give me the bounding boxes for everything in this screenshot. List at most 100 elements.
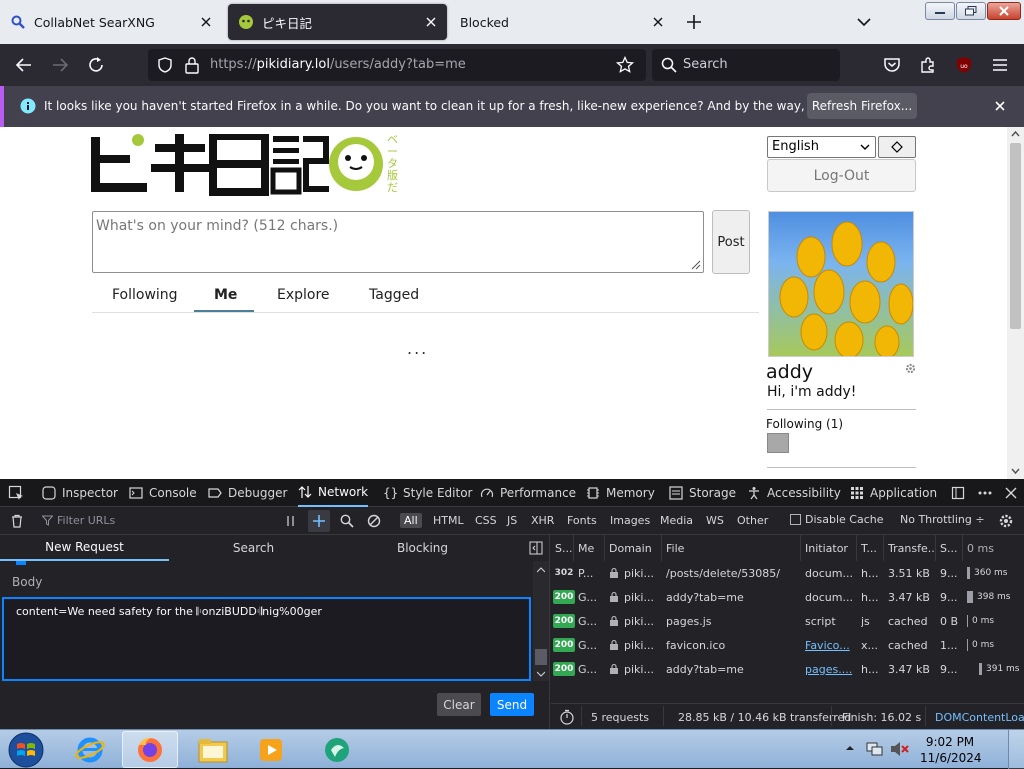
column-file[interactable]: File	[662, 535, 801, 561]
search-bar[interactable]: Search	[652, 49, 840, 81]
url-bar[interactable]: https://pikidiary.lol/users/addy?tab=me	[148, 49, 646, 81]
throttling-select[interactable]: No Throttling ÷	[900, 513, 985, 526]
network-tray-icon[interactable]	[866, 741, 884, 757]
column-domain[interactable]: Domain	[605, 535, 662, 561]
filter-type-all[interactable]: All	[400, 513, 422, 528]
tab-pikidiary[interactable]: ピキ日記	[228, 4, 447, 40]
checkbox-box[interactable]	[790, 514, 801, 525]
filter-type-html[interactable]: HTML	[429, 513, 468, 528]
pause-icon[interactable]	[285, 514, 297, 528]
close-icon[interactable]	[992, 98, 1008, 114]
bookmark-star-icon[interactable]	[616, 56, 634, 74]
devtools-tab-network[interactable]: Network	[298, 479, 369, 507]
window-minimize-button[interactable]	[925, 2, 955, 20]
search-icon[interactable]	[340, 514, 354, 528]
column-method[interactable]: Me	[574, 535, 605, 561]
clear-button[interactable]: Clear	[437, 693, 481, 716]
devtools-tab-inspector[interactable]: Inspector	[42, 479, 118, 507]
column-initiator[interactable]: Initiator	[801, 535, 857, 561]
resize-grip-icon[interactable]	[689, 258, 701, 270]
forward-arrow-icon[interactable]	[50, 55, 70, 75]
show-desktop-button[interactable]	[1008, 730, 1024, 769]
close-icon[interactable]	[198, 14, 214, 30]
following-count[interactable]: Following (1)	[766, 417, 843, 431]
window-close-button[interactable]	[987, 2, 1021, 20]
tab-tagged[interactable]: Tagged	[369, 287, 419, 303]
devtools-tab-memory[interactable]: Memory	[586, 479, 655, 507]
taskbar-app-icon[interactable]	[309, 731, 365, 768]
network-row[interactable]: 302 P... piki... /posts/delete/53085/docum.…	[551, 561, 1024, 585]
ublock-origin-icon[interactable]: uo	[954, 55, 974, 75]
page-scrollbar[interactable]	[1007, 127, 1024, 479]
language-apply-button[interactable]	[878, 136, 916, 158]
devtools-tab-console[interactable]: Console	[129, 479, 197, 507]
system-clock[interactable]: 9:02 PM 11/6/2024	[920, 734, 982, 766]
column-size[interactable]: S...	[936, 535, 963, 561]
element-picker-icon[interactable]	[8, 479, 24, 507]
block-icon[interactable]	[367, 514, 381, 528]
stopwatch-icon[interactable]	[559, 709, 575, 725]
shield-icon[interactable]	[156, 56, 174, 74]
column-status[interactable]: S...	[551, 535, 574, 561]
more-options-icon[interactable]	[977, 479, 993, 507]
window-restore-button[interactable]	[956, 2, 986, 20]
logout-button[interactable]: Log-Out	[767, 159, 916, 192]
back-arrow-icon[interactable]	[14, 55, 34, 75]
pikidiary-logo[interactable]: ベータ版だ	[91, 134, 403, 196]
send-button[interactable]: Send	[490, 693, 534, 716]
hamburger-menu-icon[interactable]	[990, 55, 1010, 75]
tab-blocked[interactable]: Blocked	[450, 4, 674, 40]
column-waterfall[interactable]: 0 ms	[963, 535, 1024, 561]
close-icon[interactable]	[650, 14, 666, 30]
filter-type-other[interactable]: Other	[733, 513, 772, 528]
checkbox-partial[interactable]	[16, 561, 26, 565]
start-button[interactable]	[6, 731, 46, 769]
show-hidden-icons-icon[interactable]	[845, 744, 855, 752]
network-row[interactable]: 200 G... piki... addy?tab=me pages.... h... 3.…	[551, 657, 1024, 681]
volume-muted-icon[interactable]	[890, 741, 910, 757]
taskbar-firefox-icon[interactable]	[122, 731, 178, 768]
taskbar-internet-explorer-icon[interactable]	[62, 731, 118, 768]
dock-side-icon[interactable]	[951, 479, 965, 507]
pocket-icon[interactable]	[882, 55, 902, 75]
column-transferred[interactable]: Transfe...	[884, 535, 936, 561]
extensions-puzzle-icon[interactable]	[918, 55, 938, 75]
filter-type-images[interactable]: Images	[606, 513, 654, 528]
devtools-tab-storage[interactable]: Storage	[669, 479, 736, 507]
disable-cache-checkbox[interactable]: Disable Cache	[790, 513, 884, 526]
network-row[interactable]: 200 G... piki... favicon.ico Favico... x... ca…	[551, 633, 1024, 657]
following-avatar[interactable]	[767, 433, 789, 453]
network-row[interactable]: 200 G... piki... pages.js script js cached 0 B 0…	[551, 609, 1024, 633]
new-tab-plus-icon[interactable]	[684, 12, 704, 32]
scrollbar-thumb[interactable]	[1010, 143, 1021, 329]
new-request-plus-icon[interactable]	[308, 510, 330, 532]
toggle-sidebar-icon[interactable]	[529, 541, 543, 555]
close-icon[interactable]	[423, 14, 439, 30]
taskbar-file-explorer-icon[interactable]	[185, 731, 241, 768]
filter-type-media[interactable]: Media	[656, 513, 697, 528]
post-textarea[interactable]: What's on your mind? (512 chars.)	[92, 211, 704, 273]
request-body-textarea[interactable]: content=We need safety for the 𝄆onziBUDD…	[2, 597, 531, 681]
taskbar-media-player-icon[interactable]	[243, 731, 299, 768]
devtools-tab-debugger[interactable]: Debugger	[208, 479, 287, 507]
tab-searxng[interactable]: CollabNet SearXNG	[0, 4, 222, 40]
refresh-firefox-button[interactable]: Refresh Firefox...	[807, 93, 917, 119]
chevron-down-icon[interactable]	[854, 12, 874, 32]
devtools-tab-application[interactable]: Application	[850, 479, 937, 507]
lock-icon[interactable]	[184, 56, 200, 74]
devtools-tab-style-editor[interactable]: {} Style Editor	[383, 479, 472, 507]
request-panel-scrollbar[interactable]	[533, 561, 549, 681]
column-type[interactable]: T...	[857, 535, 884, 561]
gear-icon[interactable]	[905, 363, 916, 374]
network-row[interactable]: 200 G... piki... addy?tab=me docum... h... 3.4…	[551, 585, 1024, 609]
reload-icon[interactable]	[86, 55, 106, 75]
tab-search[interactable]: Search	[169, 535, 338, 561]
gear-icon[interactable]	[998, 513, 1014, 529]
language-select[interactable]: English	[767, 136, 876, 158]
filter-type-js[interactable]: JS	[503, 513, 521, 528]
filter-urls-input[interactable]: Filter URLs	[57, 514, 115, 527]
tab-blocking[interactable]: Blocking	[338, 535, 507, 561]
scrollbar-thumb[interactable]	[535, 649, 547, 665]
devtools-tab-performance[interactable]: Performance	[480, 479, 576, 507]
tab-explore[interactable]: Explore	[277, 287, 330, 303]
